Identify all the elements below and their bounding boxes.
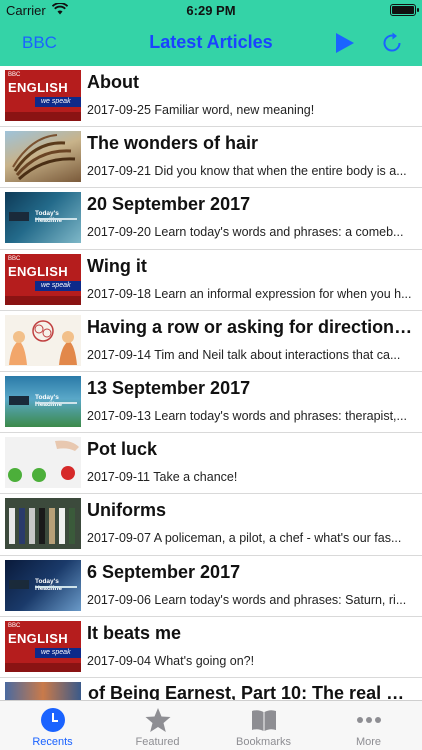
article-thumbnail bbox=[5, 681, 81, 700]
tab-recents[interactable]: Recents bbox=[0, 701, 105, 750]
article-row[interactable]: BBC ENGLISH we speak It beats me 2017-09… bbox=[0, 617, 422, 678]
article-summary: 2017-09-13 Learn today's words and phras… bbox=[87, 408, 407, 423]
play-icon[interactable] bbox=[333, 32, 355, 54]
navigation-bar: BBC Latest Articles bbox=[0, 22, 422, 66]
article-title: of Being Earnest, Part 10: The real Erne bbox=[88, 682, 414, 700]
article-thumbnail: BBC ENGLISH we speak bbox=[5, 70, 81, 121]
article-thumbnail bbox=[5, 498, 81, 550]
article-row[interactable]: BBC ENGLISH we speak About 2017-09-25 Fa… bbox=[0, 66, 422, 128]
article-summary: 2017-09-20 Learn today's words and phras… bbox=[87, 225, 404, 240]
battery-icon bbox=[390, 4, 419, 16]
article-title: Uniforms bbox=[87, 500, 167, 521]
tab-label: Featured bbox=[135, 736, 180, 748]
article-title: Wing it bbox=[87, 255, 147, 276]
article-summary: 2017-09-04 What's going on?! bbox=[87, 653, 255, 668]
article-row[interactable]: Having a row or asking for directions? 2… bbox=[0, 311, 422, 372]
article-title: The wonders of hair bbox=[87, 133, 259, 154]
article-row[interactable]: Pot luck 2017-09-11 Take a chance! bbox=[0, 433, 422, 495]
article-summary: 2017-09-11 Take a chance! bbox=[87, 470, 238, 485]
page-title: Latest Articles bbox=[149, 32, 273, 52]
article-row[interactable]: Today's Headline 20 September 2017 2017-… bbox=[0, 188, 422, 250]
article-row[interactable]: Today's Headline 13 September 2017 2017-… bbox=[0, 372, 422, 434]
status-bar: Carrier 6:29 PM bbox=[0, 0, 422, 22]
article-row[interactable]: of Being Earnest, Part 10: The real Erne bbox=[0, 678, 422, 700]
article-thumbnail: BBC ENGLISH we speak bbox=[5, 620, 81, 672]
article-thumbnail bbox=[5, 314, 81, 366]
clock-icon bbox=[41, 708, 65, 732]
article-summary: 2017-09-25 Familiar word, new meaning! bbox=[87, 103, 315, 117]
article-summary: 2017-09-14 Tim and Neil talk about inter… bbox=[87, 347, 401, 362]
top-bar: Carrier 6:29 PM BBC Latest Articles bbox=[0, 0, 422, 66]
article-thumbnail bbox=[5, 437, 81, 489]
article-list: BBC ENGLISH we speak About 2017-09-25 Fa… bbox=[0, 66, 422, 700]
article-row[interactable]: BBC ENGLISH we speak Wing it 2017-09-18 … bbox=[0, 250, 422, 311]
tab-bookmarks[interactable]: Bookmarks bbox=[211, 701, 316, 750]
article-title: 20 September 2017 bbox=[87, 194, 251, 215]
book-icon bbox=[252, 710, 276, 731]
article-title: Pot luck bbox=[87, 439, 158, 460]
article-title: About bbox=[87, 72, 139, 92]
more-icon bbox=[357, 717, 381, 723]
star-icon bbox=[145, 708, 171, 732]
article-thumbnail: BBC ENGLISH we speak bbox=[5, 253, 81, 305]
tab-featured[interactable]: Featured bbox=[105, 701, 210, 750]
tab-label: Recents bbox=[32, 736, 73, 748]
tab-more[interactable]: More bbox=[316, 701, 421, 750]
article-summary: 2017-09-21 Did you know that when the en… bbox=[87, 164, 407, 179]
app-screen: Carrier 6:29 PM BBC Latest Articles BBC … bbox=[0, 0, 422, 750]
article-thumbnail bbox=[5, 131, 81, 183]
article-thumbnail: Today's Headline bbox=[5, 375, 81, 427]
article-row[interactable]: The wonders of hair 2017-09-21 Did you k… bbox=[0, 127, 422, 189]
article-summary: 2017-09-07 A policeman, a pilot, a chef … bbox=[87, 531, 402, 546]
article-title: Having a row or asking for directions? bbox=[87, 316, 414, 337]
tab-bar: Recents Featured Bookmarks More bbox=[0, 700, 422, 750]
article-title: It beats me bbox=[87, 622, 182, 643]
article-title: 13 September 2017 bbox=[87, 377, 251, 398]
tab-label: More bbox=[355, 736, 382, 748]
article-thumbnail: Today's Headline bbox=[5, 192, 81, 244]
article-row[interactable]: Uniforms 2017-09-07 A policeman, a pilot… bbox=[0, 494, 422, 556]
clock-time: 6:29 PM bbox=[186, 3, 236, 18]
article-row[interactable]: Today's Headline 6 September 2017 2017-0… bbox=[0, 556, 422, 617]
tab-label: Bookmarks bbox=[235, 736, 292, 748]
article-title: 6 September 2017 bbox=[87, 561, 241, 582]
article-summary: 2017-09-18 Learn an informal expression … bbox=[87, 286, 412, 301]
article-summary: 2017-09-06 Learn today's words and phras… bbox=[87, 592, 407, 607]
article-thumbnail: Today's Headline bbox=[5, 559, 81, 611]
refresh-icon[interactable] bbox=[380, 31, 404, 55]
